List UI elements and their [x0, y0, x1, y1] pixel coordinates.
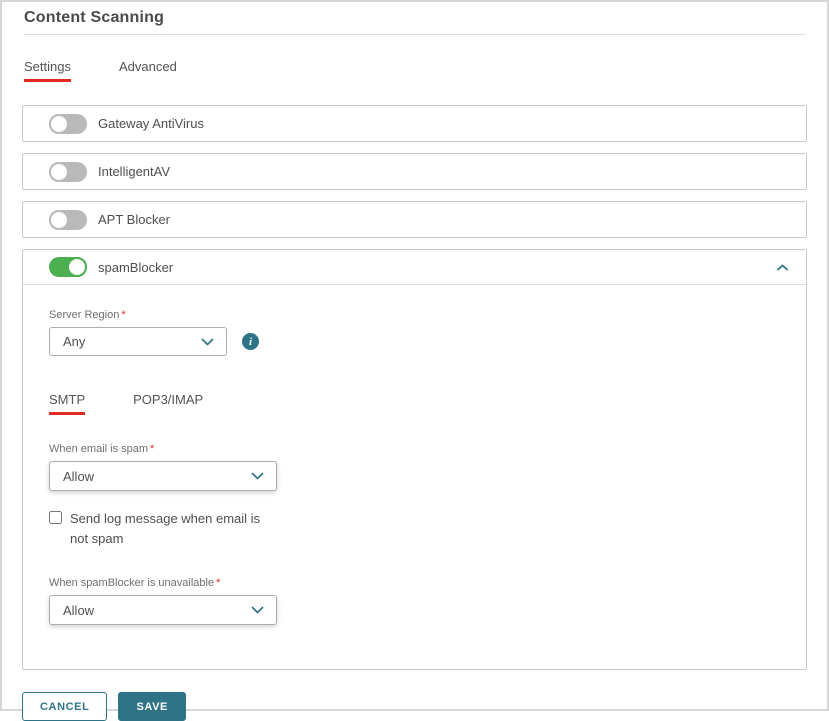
save-button[interactable]: SAVE [118, 692, 186, 721]
spamblocker-toggle[interactable] [49, 257, 87, 277]
server-region-value: Any [63, 334, 85, 349]
when-email-is-spam-label: When email is spam [49, 443, 148, 455]
server-region-select[interactable]: Any [49, 327, 227, 356]
service-label: spamBlocker [98, 260, 173, 275]
card-header: APT Blocker [23, 202, 806, 237]
footer-actions: CANCEL SAVE [22, 692, 807, 721]
required-mark: * [150, 443, 154, 455]
gateway-antivirus-toggle[interactable] [49, 114, 87, 134]
page-title: Content Scanning [24, 9, 164, 26]
field-label: Server Region* [49, 309, 780, 321]
tab-pop3-imap[interactable]: POP3/IMAP [133, 392, 203, 415]
chevron-down-icon [251, 472, 264, 480]
main-tabs: Settings Advanced [24, 59, 805, 82]
card-intelligentav: IntelligentAV [22, 153, 807, 190]
service-label: APT Blocker [98, 212, 170, 227]
card-header: Gateway AntiVirus [23, 106, 806, 141]
tab-advanced[interactable]: Advanced [119, 59, 177, 82]
spamblocker-settings: Server Region* Any i SMTP POP3/IMAP [23, 285, 806, 669]
page-header: Content Scanning [24, 2, 805, 35]
card-header: spamBlocker [23, 250, 806, 285]
tab-settings[interactable]: Settings [24, 59, 71, 82]
protocol-tabs: SMTP POP3/IMAP [49, 392, 780, 415]
tab-smtp[interactable]: SMTP [49, 392, 85, 415]
toggle-knob [49, 114, 69, 134]
server-region-label: Server Region [49, 309, 119, 321]
server-region-field: Server Region* Any i [49, 309, 780, 356]
chevron-down-icon [201, 338, 214, 346]
send-log-checkbox-label[interactable]: Send log message when email is not spam [70, 509, 276, 549]
send-log-checkbox[interactable] [49, 511, 62, 524]
toggle-knob [49, 210, 69, 230]
service-label: Gateway AntiVirus [98, 116, 204, 131]
cancel-button[interactable]: CANCEL [22, 692, 107, 721]
required-mark: * [216, 577, 220, 589]
chevron-down-icon [251, 606, 264, 614]
service-label: IntelligentAV [98, 164, 170, 179]
when-email-is-spam-value: Allow [63, 469, 94, 484]
service-list: Gateway AntiVirus IntelligentAV APT Bloc… [22, 105, 807, 670]
send-log-checkbox-row: Send log message when email is not spam [49, 509, 780, 549]
collapse-button[interactable] [774, 259, 790, 275]
when-email-is-spam-field: When email is spam* Allow [49, 443, 780, 491]
when-unavailable-field: When spamBlocker is unavailable* Allow [49, 577, 780, 625]
when-unavailable-select[interactable]: Allow [49, 595, 277, 625]
card-header: IntelligentAV [23, 154, 806, 189]
when-unavailable-label: When spamBlocker is unavailable [49, 577, 214, 589]
toggle-knob [49, 162, 69, 182]
when-email-is-spam-select[interactable]: Allow [49, 461, 277, 491]
apt-blocker-toggle[interactable] [49, 210, 87, 230]
info-icon[interactable]: i [242, 333, 259, 350]
card-apt-blocker: APT Blocker [22, 201, 807, 238]
field-label: When spamBlocker is unavailable* [49, 577, 780, 589]
content-scanning-page: Content Scanning Settings Advanced Gatew… [0, 0, 829, 711]
chevron-up-icon [777, 264, 788, 271]
intelligentav-toggle[interactable] [49, 162, 87, 182]
field-label: When email is spam* [49, 443, 780, 455]
required-mark: * [121, 309, 125, 321]
card-gateway-antivirus: Gateway AntiVirus [22, 105, 807, 142]
toggle-knob [67, 257, 87, 277]
when-unavailable-value: Allow [63, 603, 94, 618]
card-spamblocker: spamBlocker Server Region* Any i [22, 249, 807, 670]
